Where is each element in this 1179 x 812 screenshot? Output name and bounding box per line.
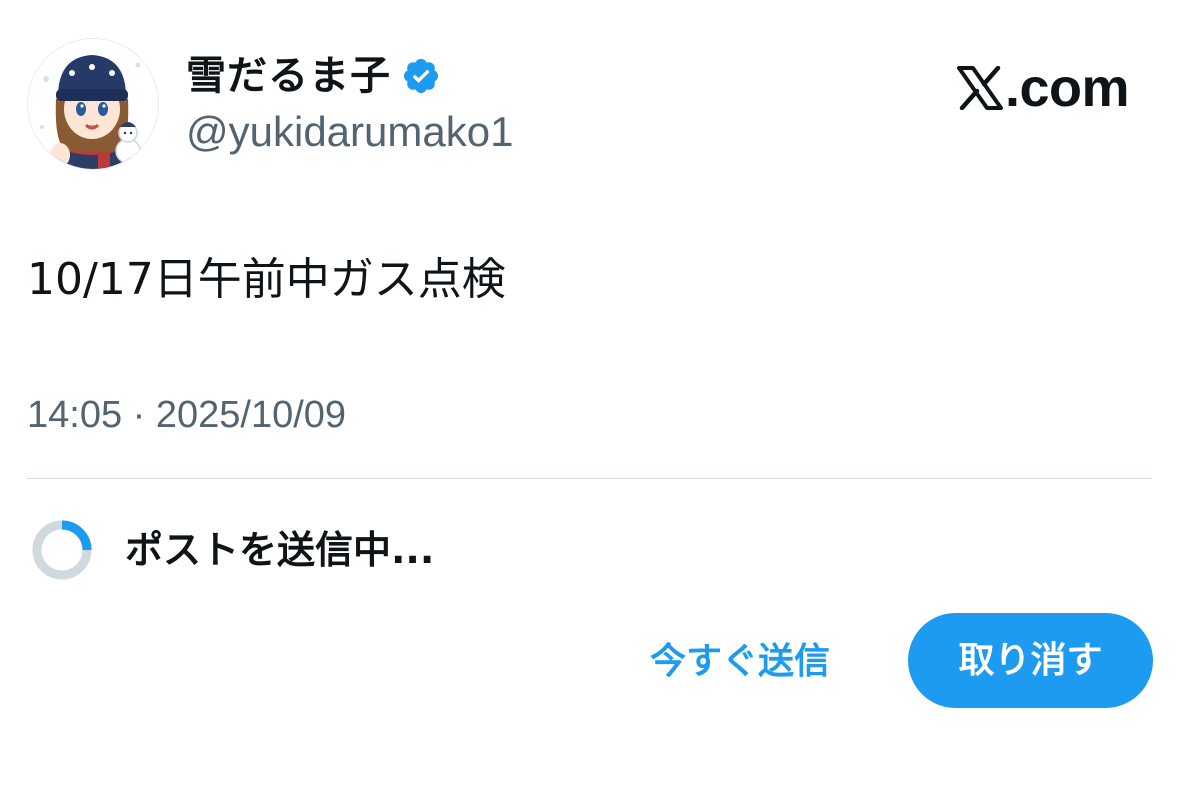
post-timestamp[interactable]: 14:05 · 2025/10/09 bbox=[27, 390, 346, 440]
post-date: 2025/10/09 bbox=[155, 394, 347, 436]
send-now-button[interactable]: 今すぐ送信 bbox=[640, 632, 840, 692]
sending-status: ポストを送信中... bbox=[31, 518, 434, 582]
x-logo-icon bbox=[956, 66, 1003, 110]
display-name[interactable]: 雪だるま子 bbox=[186, 50, 391, 102]
brand-domain-text: .com bbox=[1004, 58, 1130, 118]
divider bbox=[27, 478, 1152, 479]
meta-separator: · bbox=[132, 394, 146, 436]
avatar-image bbox=[28, 39, 158, 169]
avatar[interactable] bbox=[27, 38, 159, 170]
loading-spinner-icon bbox=[32, 520, 92, 580]
author-handle[interactable]: @yukidarumako1 bbox=[186, 106, 513, 158]
undo-button[interactable]: 取り消す bbox=[908, 613, 1153, 708]
sending-label: ポストを送信中... bbox=[125, 528, 435, 572]
post-time: 14:05 bbox=[27, 394, 123, 436]
brand-logo: .com bbox=[956, 58, 1130, 118]
verified-badge-icon bbox=[403, 58, 439, 94]
author-name-row[interactable]: 雪だるま子 bbox=[186, 50, 441, 102]
post-text: 10/17日午前中ガス点検 bbox=[27, 254, 506, 305]
